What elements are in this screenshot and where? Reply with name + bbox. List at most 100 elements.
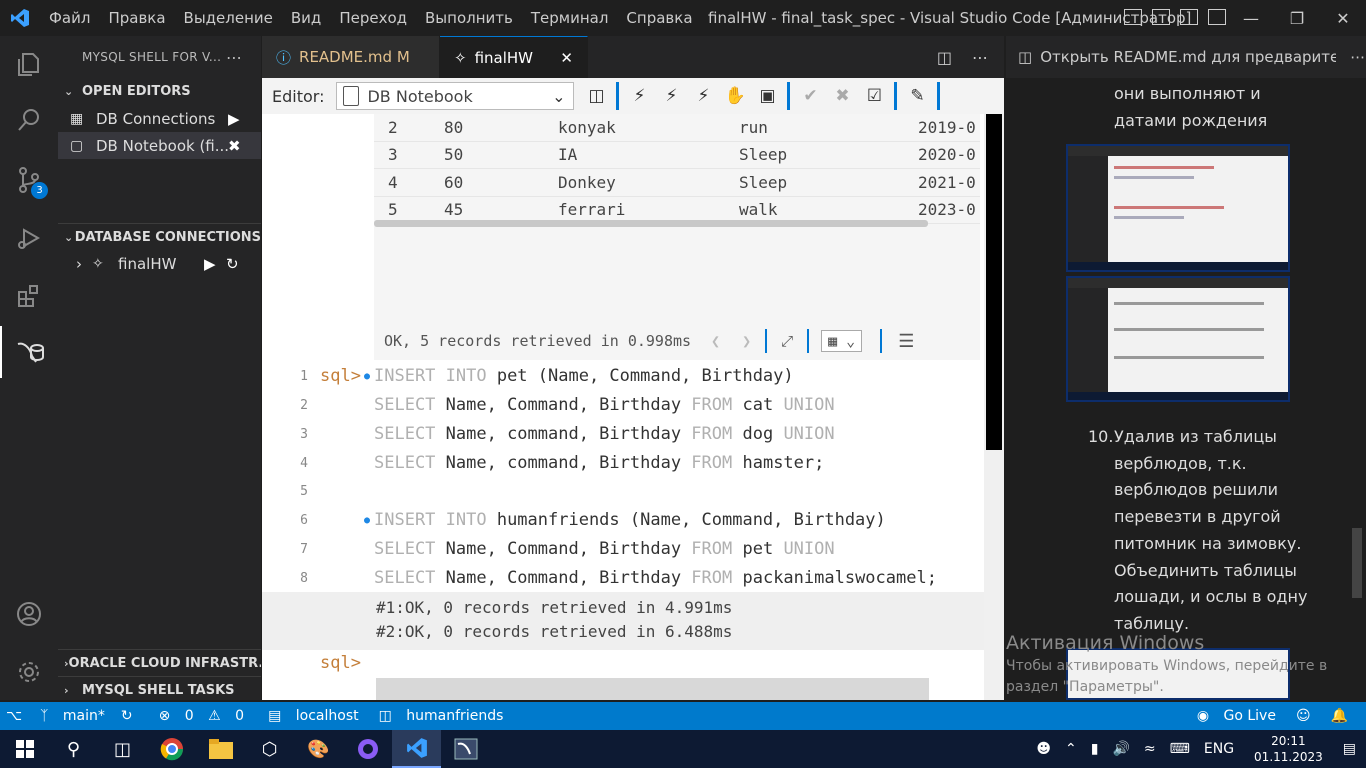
split-editor-icon[interactable]: ◫ xyxy=(937,48,952,67)
accounts-icon[interactable] xyxy=(0,588,58,640)
remote-icon[interactable]: ⌥ xyxy=(6,708,22,724)
search-icon[interactable] xyxy=(0,94,58,146)
chevron-up-icon[interactable]: ⌃ xyxy=(1065,741,1077,757)
sync-icon[interactable]: ↻ xyxy=(121,708,133,724)
github-desktop-icon[interactable] xyxy=(343,730,392,768)
code-line[interactable]: 8 SELECT Name, Command, Birthday FROM pac… xyxy=(262,564,1004,593)
code-line[interactable]: 7 SELECT Name, Command, Birthday FROM pet… xyxy=(262,535,1004,564)
view-mode-select[interactable]: ▦ ⌄ xyxy=(821,330,863,352)
code-line[interactable]: 4 SELECT Name, command, Birthday FROM ham… xyxy=(262,449,1004,478)
execute-text-icon[interactable]: ⚡ xyxy=(687,86,719,106)
previous-page-icon[interactable]: ❮ xyxy=(711,332,720,350)
mysql-workbench-icon[interactable] xyxy=(441,730,490,768)
toggle-sidebar-icon[interactable] xyxy=(1124,9,1142,25)
mysql-shell-icon[interactable] xyxy=(0,326,58,378)
settings-gear-icon[interactable] xyxy=(0,646,58,698)
account-status-icon[interactable]: ☺ xyxy=(1296,708,1311,724)
code-line[interactable]: sql> xyxy=(262,649,1004,678)
menu-icon[interactable]: ☰ xyxy=(898,331,914,352)
menu-edit[interactable]: Правка xyxy=(99,0,174,36)
paint-icon[interactable]: 🎨 xyxy=(294,730,343,768)
table-row[interactable]: 3 50 IA Sleep 2020-0 xyxy=(374,142,980,169)
people-icon[interactable]: ☻ xyxy=(1036,741,1051,757)
play-icon[interactable]: ▶ xyxy=(228,110,240,128)
toggle-secondary-sidebar-icon[interactable] xyxy=(1180,9,1198,25)
customize-layout-icon[interactable] xyxy=(1208,9,1226,25)
menu-run[interactable]: Выполнить xyxy=(416,0,522,36)
notifications-icon[interactable]: 🔔 xyxy=(1331,708,1348,724)
problems-status[interactable]: ⊗ 0 ⚠ 0 xyxy=(149,708,245,724)
horizontal-scrollbar[interactable] xyxy=(374,220,928,227)
host-status[interactable]: ▤ localhost xyxy=(258,708,359,724)
golive-button[interactable]: ◉ Go Live xyxy=(1187,708,1276,724)
minimize-button[interactable]: — xyxy=(1228,0,1274,36)
branch-status[interactable]: ᛉ main* xyxy=(30,708,105,724)
database-connections-section[interactable]: ⌄ DATABASE CONNECTIONS xyxy=(58,223,261,250)
close-window-button[interactable]: ✕ xyxy=(1320,0,1366,36)
maximize-button[interactable]: ❐ xyxy=(1274,0,1320,36)
menu-help[interactable]: Справка xyxy=(617,0,701,36)
code-line[interactable]: 3 SELECT Name, command, Birthday FROM dog… xyxy=(262,420,1004,449)
format-icon[interactable]: ✎ xyxy=(901,86,933,106)
more-actions-icon[interactable]: ⋯ xyxy=(226,48,242,67)
wifi-icon[interactable]: ≈ xyxy=(1144,741,1156,757)
connection-item[interactable]: › ✧ finalHW ▶ ↻ xyxy=(58,250,261,277)
toggle-panel-icon[interactable] xyxy=(1152,9,1170,25)
language-indicator[interactable]: ENG xyxy=(1204,741,1234,757)
clock[interactable]: 20:11 01.11.2023 xyxy=(1254,733,1323,765)
commit-icon[interactable]: ✔ xyxy=(794,86,826,106)
code-line[interactable]: 6 ● INSERT INTO humanfriends (Name, Comman… xyxy=(262,506,1004,535)
stop-icon[interactable]: ✋ xyxy=(719,86,751,106)
preview-tab-title[interactable]: Открыть README.md для предварител xyxy=(1040,48,1336,66)
open-editor-db-connections[interactable]: ▦ DB Connections ▶ xyxy=(58,105,261,132)
menu-view[interactable]: Вид xyxy=(282,0,330,36)
auto-commit-icon[interactable]: ☑ xyxy=(858,86,890,106)
search-icon[interactable]: ⚲ xyxy=(49,730,98,768)
chrome-icon[interactable] xyxy=(147,730,196,768)
menu-file[interactable]: Файл xyxy=(40,0,99,36)
source-control-icon[interactable]: 3 xyxy=(0,154,58,206)
editor-select[interactable]: DB Notebook ⌄ xyxy=(336,82,575,110)
shell-tasks-section[interactable]: › MYSQL SHELL TASKS xyxy=(58,676,261,703)
table-row[interactable]: 4 60 Donkey Sleep 2021-0 xyxy=(374,169,980,197)
new-script-icon[interactable]: ◫ xyxy=(580,86,612,106)
battery-icon[interactable]: ▮ xyxy=(1091,741,1099,757)
db-status[interactable]: ◫ humanfriends xyxy=(369,708,504,724)
maximize-result-icon[interactable]: ⤢ xyxy=(781,332,793,350)
menu-go[interactable]: Переход xyxy=(330,0,416,36)
extensions-icon[interactable] xyxy=(0,270,58,322)
tab-finalhw[interactable]: ✧ finalHW ✕ xyxy=(440,36,588,78)
explorer-icon[interactable] xyxy=(0,38,58,90)
run-connection-icon[interactable]: ▶ xyxy=(204,255,216,273)
virtualbox-icon[interactable]: ⬡ xyxy=(245,730,294,768)
file-explorer-icon[interactable] xyxy=(196,730,245,768)
notification-center-icon[interactable]: ▤ xyxy=(1343,741,1356,757)
menu-terminal[interactable]: Терминал xyxy=(522,0,618,36)
close-icon[interactable]: ✖ xyxy=(228,137,241,155)
open-editors-section[interactable]: ⌄ OPEN EDITORS xyxy=(58,78,261,105)
windows-start-icon[interactable] xyxy=(0,730,49,768)
close-tab-icon[interactable]: ✕ xyxy=(560,49,573,67)
execute-current-icon[interactable]: ⚡ xyxy=(655,86,687,106)
vscode-taskbar-icon[interactable] xyxy=(392,730,441,768)
rollback-icon[interactable]: ✖ xyxy=(826,86,858,106)
code-line[interactable]: 5 xyxy=(262,477,1004,506)
code-line[interactable]: 1 sql> ● INSERT INTO pet (Name, Command, Bi… xyxy=(262,362,1004,391)
notebook-editor[interactable]: 2 80 konyak run 2019-0 3 50 IA Sleep 2020-0 4 60 D… xyxy=(262,114,1004,700)
more-actions-icon[interactable]: ⋯ xyxy=(972,48,988,67)
execute-icon[interactable]: ⚡ xyxy=(623,86,655,106)
open-editor-db-notebook[interactable]: ▢ DB Notebook (fi... ✖ xyxy=(58,132,261,159)
oracle-cloud-section[interactable]: › ORACLE CLOUD INFRASTR... xyxy=(58,649,261,676)
more-actions-icon[interactable]: ⋯ xyxy=(1350,48,1365,66)
explain-icon[interactable]: ▣ xyxy=(751,86,783,106)
volume-icon[interactable]: 🔊 xyxy=(1112,741,1129,757)
preview-scrollbar[interactable] xyxy=(1352,528,1362,598)
run-debug-icon[interactable] xyxy=(0,212,58,264)
menu-selection[interactable]: Выделение xyxy=(175,0,282,36)
refresh-icon[interactable]: ↻ xyxy=(226,255,239,273)
table-row[interactable]: 2 80 konyak run 2019-0 xyxy=(374,114,980,142)
next-page-icon[interactable]: ❯ xyxy=(742,332,751,350)
code-line[interactable]: 2 SELECT Name, Command, Birthday FROM cat… xyxy=(262,391,1004,420)
tab-readme[interactable]: ⓘ README.md M xyxy=(262,36,440,78)
keyboard-icon[interactable]: ⌨ xyxy=(1170,741,1190,757)
